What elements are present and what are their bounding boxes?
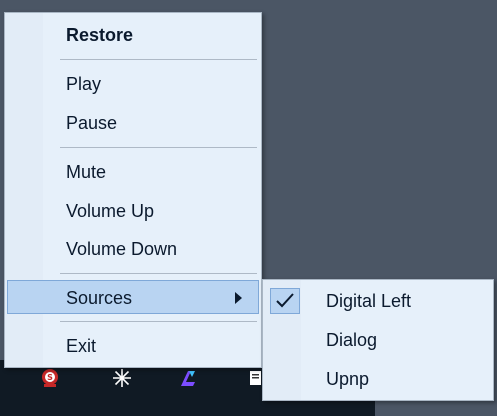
menu-item-pause[interactable]: Pause [7, 106, 259, 140]
svg-text:S: S [47, 373, 53, 382]
white-burst-icon[interactable] [112, 368, 132, 388]
menu-separator [60, 147, 257, 148]
chevron-right-icon [235, 292, 242, 304]
menu-item-label: Play [66, 74, 102, 94]
menu-item-label: Restore [66, 25, 134, 45]
tray-context-menu: Restore Play Pause Mute Volume Up Volume… [4, 12, 262, 368]
menu-item-label: Pause [66, 113, 118, 133]
menu-item-mute[interactable]: Mute [7, 155, 259, 189]
menu-item-label: Exit [66, 336, 97, 356]
red-badge-icon[interactable]: S [40, 368, 60, 388]
submenu-item-label: Upnp [326, 369, 370, 389]
menu-separator [60, 59, 257, 60]
checkmark-icon [270, 288, 300, 314]
menu-item-label: Volume Down [66, 239, 178, 259]
submenu-item-label: Dialog [326, 330, 378, 350]
menu-item-volume-down[interactable]: Volume Down [7, 232, 259, 266]
menu-item-play[interactable]: Play [7, 67, 259, 101]
submenu-item-digital-left[interactable]: Digital Left [265, 284, 491, 318]
menu-item-label: Volume Up [66, 201, 155, 221]
menu-separator [60, 321, 257, 322]
menu-item-sources[interactable]: Sources [7, 280, 259, 314]
submenu-item-upnp[interactable]: Upnp [265, 362, 491, 396]
menu-separator [60, 273, 257, 274]
menu-item-restore[interactable]: Restore [7, 18, 259, 52]
menu-item-label: Sources [66, 288, 133, 308]
menu-item-exit[interactable]: Exit [7, 329, 259, 363]
purple-arrow-icon[interactable] [178, 368, 198, 388]
submenu-item-dialog[interactable]: Dialog [265, 323, 491, 357]
submenu-item-label: Digital Left [326, 291, 412, 311]
menu-item-label: Mute [66, 162, 107, 182]
menu-item-volume-up[interactable]: Volume Up [7, 194, 259, 228]
sources-submenu: Digital Left Dialog Upnp [262, 279, 494, 401]
